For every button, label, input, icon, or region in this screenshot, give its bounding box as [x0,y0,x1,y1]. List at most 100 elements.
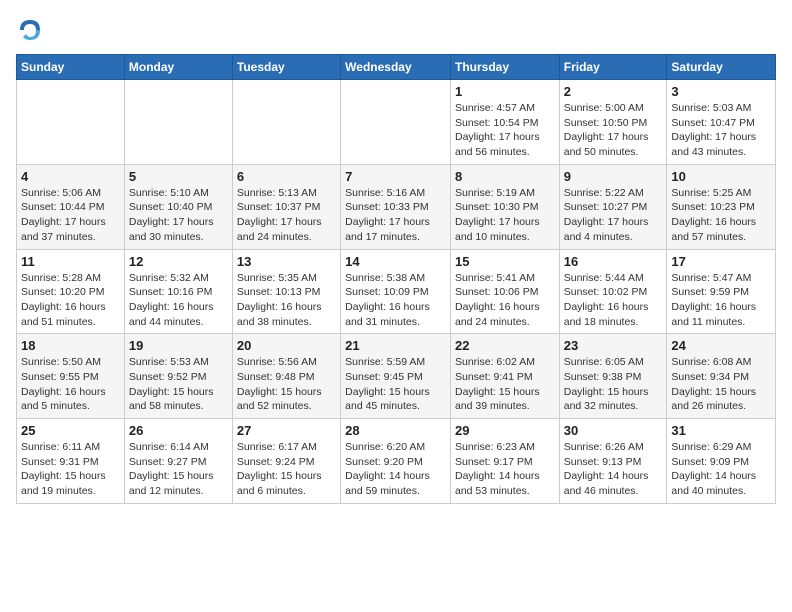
day-of-week-thursday: Thursday [450,55,559,80]
day-number: 20 [237,338,336,353]
day-number: 16 [564,254,663,269]
day-of-week-sunday: Sunday [17,55,125,80]
calendar-cell [232,80,340,165]
day-number: 11 [21,254,120,269]
calendar-cell: 4 Sunrise: 5:06 AM Sunset: 10:44 PM Dayli… [17,164,125,249]
day-number: 18 [21,338,120,353]
day-number: 27 [237,423,336,438]
day-info: Sunrise: 4:57 AM Sunset: 10:54 PM Daylig… [455,101,555,160]
day-number: 25 [21,423,120,438]
day-number: 17 [671,254,771,269]
day-info: Sunrise: 5:53 AM Sunset: 9:52 PM Dayligh… [129,355,228,414]
day-info: Sunrise: 5:44 AM Sunset: 10:02 PM Daylig… [564,271,663,330]
calendar-body: 1 Sunrise: 4:57 AM Sunset: 10:54 PM Dayli… [17,80,776,504]
calendar-cell: 25 Sunrise: 6:11 AM Sunset: 9:31 PM Dayli… [17,419,125,504]
calendar-week-1: 1 Sunrise: 4:57 AM Sunset: 10:54 PM Dayli… [17,80,776,165]
calendar-cell: 2 Sunrise: 5:00 AM Sunset: 10:50 PM Dayli… [559,80,667,165]
calendar-cell: 18 Sunrise: 5:50 AM Sunset: 9:55 PM Dayli… [17,334,125,419]
day-number: 19 [129,338,228,353]
day-info: Sunrise: 6:20 AM Sunset: 9:20 PM Dayligh… [345,440,446,499]
day-info: Sunrise: 5:06 AM Sunset: 10:44 PM Daylig… [21,186,120,245]
day-number: 14 [345,254,446,269]
day-number: 9 [564,169,663,184]
day-info: Sunrise: 5:16 AM Sunset: 10:33 PM Daylig… [345,186,446,245]
day-number: 8 [455,169,555,184]
days-of-week-row: SundayMondayTuesdayWednesdayThursdayFrid… [17,55,776,80]
page-header [16,16,776,44]
calendar-cell: 3 Sunrise: 5:03 AM Sunset: 10:47 PM Dayli… [667,80,776,165]
calendar-cell: 1 Sunrise: 4:57 AM Sunset: 10:54 PM Dayli… [450,80,559,165]
day-number: 3 [671,84,771,99]
day-number: 6 [237,169,336,184]
day-number: 12 [129,254,228,269]
day-number: 7 [345,169,446,184]
day-number: 22 [455,338,555,353]
day-info: Sunrise: 5:32 AM Sunset: 10:16 PM Daylig… [129,271,228,330]
day-info: Sunrise: 5:25 AM Sunset: 10:23 PM Daylig… [671,186,771,245]
day-number: 4 [21,169,120,184]
day-number: 23 [564,338,663,353]
calendar-cell: 19 Sunrise: 5:53 AM Sunset: 9:52 PM Dayli… [124,334,232,419]
day-info: Sunrise: 5:56 AM Sunset: 9:48 PM Dayligh… [237,355,336,414]
calendar-header: SundayMondayTuesdayWednesdayThursdayFrid… [17,55,776,80]
day-number: 1 [455,84,555,99]
day-number: 29 [455,423,555,438]
day-of-week-saturday: Saturday [667,55,776,80]
day-info: Sunrise: 5:50 AM Sunset: 9:55 PM Dayligh… [21,355,120,414]
day-number: 10 [671,169,771,184]
day-number: 26 [129,423,228,438]
day-info: Sunrise: 6:05 AM Sunset: 9:38 PM Dayligh… [564,355,663,414]
day-info: Sunrise: 5:59 AM Sunset: 9:45 PM Dayligh… [345,355,446,414]
day-number: 30 [564,423,663,438]
day-info: Sunrise: 5:10 AM Sunset: 10:40 PM Daylig… [129,186,228,245]
calendar-cell: 17 Sunrise: 5:47 AM Sunset: 9:59 PM Dayli… [667,249,776,334]
day-info: Sunrise: 6:23 AM Sunset: 9:17 PM Dayligh… [455,440,555,499]
day-info: Sunrise: 5:22 AM Sunset: 10:27 PM Daylig… [564,186,663,245]
calendar-cell [124,80,232,165]
calendar-cell: 20 Sunrise: 5:56 AM Sunset: 9:48 PM Dayli… [232,334,340,419]
calendar-cell: 5 Sunrise: 5:10 AM Sunset: 10:40 PM Dayli… [124,164,232,249]
day-info: Sunrise: 6:11 AM Sunset: 9:31 PM Dayligh… [21,440,120,499]
calendar-cell [341,80,451,165]
calendar-cell: 24Sunrise: 6:08 AM Sunset: 9:34 PM Dayli… [667,334,776,419]
day-info: Sunrise: 5:00 AM Sunset: 10:50 PM Daylig… [564,101,663,160]
day-info: Sunrise: 5:47 AM Sunset: 9:59 PM Dayligh… [671,271,771,330]
calendar-week-5: 25 Sunrise: 6:11 AM Sunset: 9:31 PM Dayli… [17,419,776,504]
day-number: 13 [237,254,336,269]
day-info: Sunrise: 5:03 AM Sunset: 10:47 PM Daylig… [671,101,771,160]
day-info: Sunrise: 6:14 AM Sunset: 9:27 PM Dayligh… [129,440,228,499]
day-info: Sunrise: 5:13 AM Sunset: 10:37 PM Daylig… [237,186,336,245]
day-info: Sunrise: 6:26 AM Sunset: 9:13 PM Dayligh… [564,440,663,499]
day-number: 31 [671,423,771,438]
calendar-week-4: 18 Sunrise: 5:50 AM Sunset: 9:55 PM Dayli… [17,334,776,419]
calendar-cell: 21 Sunrise: 5:59 AM Sunset: 9:45 PM Dayli… [341,334,451,419]
calendar-cell: 12 Sunrise: 5:32 AM Sunset: 10:16 PM Dayl… [124,249,232,334]
calendar-cell: 14Sunrise: 5:38 AM Sunset: 10:09 PM Dayl… [341,249,451,334]
calendar-cell: 16 Sunrise: 5:44 AM Sunset: 10:02 PM Dayl… [559,249,667,334]
day-number: 2 [564,84,663,99]
day-info: Sunrise: 5:19 AM Sunset: 10:30 PM Daylig… [455,186,555,245]
calendar-cell: 31Sunrise: 6:29 AM Sunset: 9:09 PM Dayli… [667,419,776,504]
calendar-cell: 27Sunrise: 6:17 AM Sunset: 9:24 PM Dayli… [232,419,340,504]
day-number: 15 [455,254,555,269]
calendar-week-3: 11 Sunrise: 5:28 AM Sunset: 10:20 PM Dayl… [17,249,776,334]
calendar-cell: 23 Sunrise: 6:05 AM Sunset: 9:38 PM Dayli… [559,334,667,419]
day-info: Sunrise: 5:41 AM Sunset: 10:06 PM Daylig… [455,271,555,330]
calendar-cell: 8 Sunrise: 5:19 AM Sunset: 10:30 PM Dayli… [450,164,559,249]
day-number: 24 [671,338,771,353]
day-number: 21 [345,338,446,353]
calendar-cell: 15 Sunrise: 5:41 AM Sunset: 10:06 PM Dayl… [450,249,559,334]
calendar-cell: 26 Sunrise: 6:14 AM Sunset: 9:27 PM Dayli… [124,419,232,504]
day-of-week-tuesday: Tuesday [232,55,340,80]
day-number: 5 [129,169,228,184]
calendar-cell: 22Sunrise: 6:02 AM Sunset: 9:41 PM Dayli… [450,334,559,419]
day-of-week-wednesday: Wednesday [341,55,451,80]
calendar-table: SundayMondayTuesdayWednesdayThursdayFrid… [16,54,776,504]
day-number: 28 [345,423,446,438]
logo [16,16,48,44]
calendar-cell: 28 Sunrise: 6:20 AM Sunset: 9:20 PM Dayli… [341,419,451,504]
calendar-cell: 11 Sunrise: 5:28 AM Sunset: 10:20 PM Dayl… [17,249,125,334]
day-info: Sunrise: 5:28 AM Sunset: 10:20 PM Daylig… [21,271,120,330]
calendar-cell: 7 Sunrise: 5:16 AM Sunset: 10:33 PM Dayli… [341,164,451,249]
calendar-cell: 30 Sunrise: 6:26 AM Sunset: 9:13 PM Dayli… [559,419,667,504]
